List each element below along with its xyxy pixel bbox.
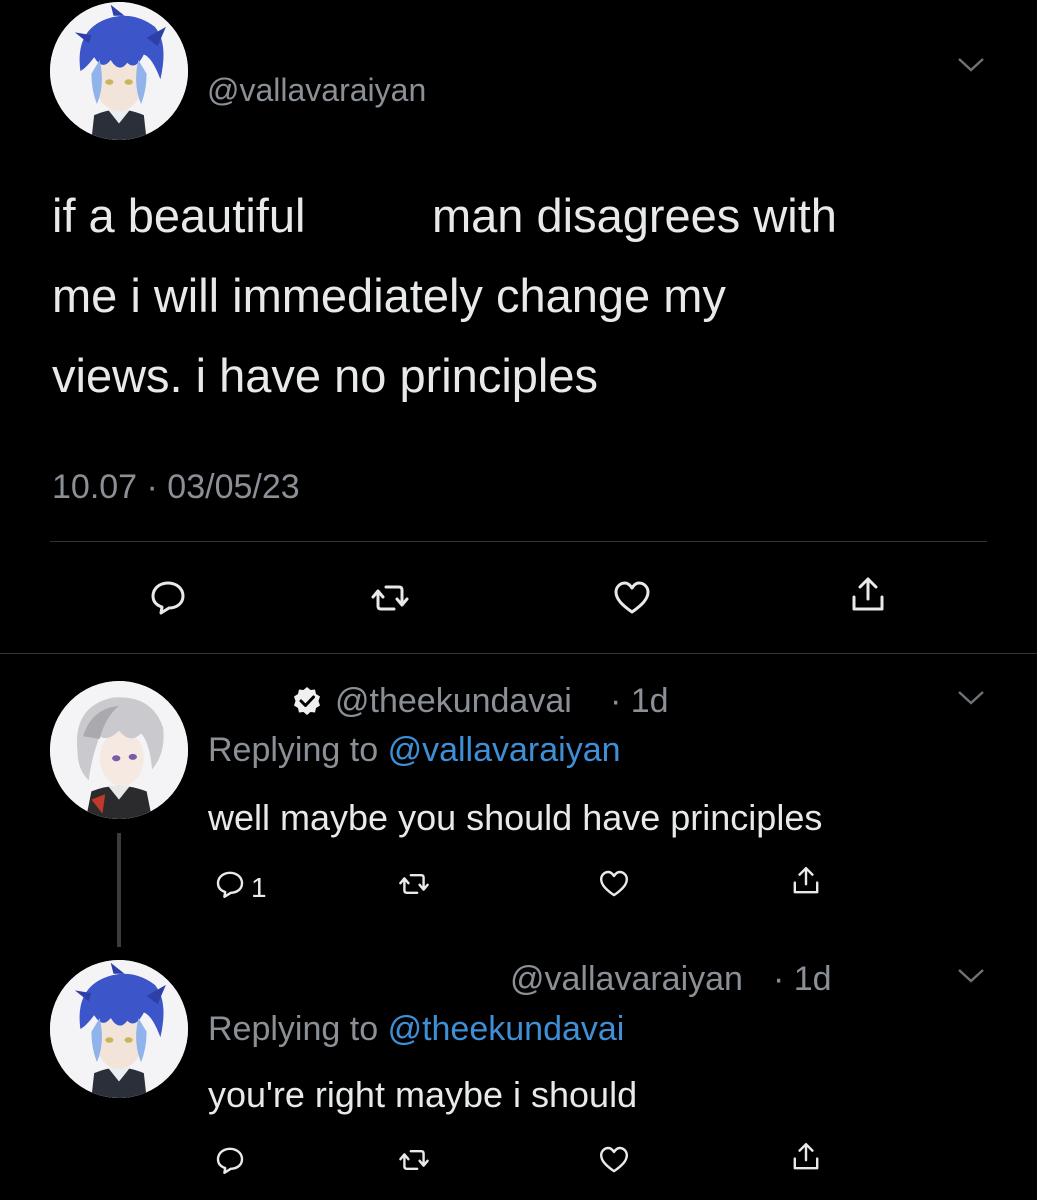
chevron-down-icon[interactable] [957,57,985,73]
main-tweet-text-line1-a: if a beautiful [52,189,306,242]
reply-icon[interactable] [148,577,188,617]
reply2-avatar[interactable] [50,960,188,1098]
reply1-avatar[interactable] [50,681,188,819]
main-tweet-handle[interactable]: @vallavaraiyan [207,72,426,109]
replying-to-handle-link[interactable]: @vallavaraiyan [388,731,621,769]
main-tweet-text-line3: views. i have no principles [52,349,598,402]
divider [0,653,1037,654]
chevron-down-icon[interactable] [957,968,985,984]
retweet-icon[interactable] [398,1144,430,1176]
replying-to-prefix: Replying to [208,731,379,769]
share-icon[interactable] [790,865,822,897]
retweet-icon[interactable] [398,868,430,900]
reply1-replying-to: Replying to @vallavaraiyan [208,731,621,770]
share-icon[interactable] [848,575,888,615]
reply2-text: you're right maybe i should [208,1074,638,1115]
replying-to-prefix: Replying to [208,1010,379,1048]
retweet-icon[interactable] [370,578,410,618]
like-icon[interactable] [612,578,652,618]
reply1-age[interactable]: · 1d [610,682,669,721]
silver-haired-anime-avatar-icon [50,681,188,819]
reply-icon[interactable] [214,1144,246,1176]
reply-icon[interactable] [214,868,246,900]
blue-haired-anime-avatar-icon [50,2,188,140]
reply1-text: well maybe you should have principles [208,797,823,838]
main-tweet-text-line1-b: man disagrees with [432,189,837,242]
reply2-handle[interactable]: @vallavaraiyan [510,960,743,999]
main-tweet-text-line2: me i will immediately change my [52,269,726,322]
verified-check-icon [291,685,323,717]
reply2-age[interactable]: · 1d [773,960,832,999]
share-icon[interactable] [790,1141,822,1173]
reply2-replying-to: Replying to @theekundavai [208,1010,624,1049]
chevron-down-icon[interactable] [957,690,985,706]
reply-count: 1 [251,872,267,903]
like-icon[interactable] [598,868,630,900]
thread-connector-line [117,833,121,947]
divider [50,541,987,542]
blue-haired-anime-avatar-icon [50,960,188,1098]
replying-to-handle-link[interactable]: @theekundavai [388,1010,625,1048]
main-tweet-timestamp[interactable]: 10.07 · 03/05/23 [52,468,300,507]
like-icon[interactable] [598,1144,630,1176]
main-tweet-avatar[interactable] [50,2,188,140]
reply1-handle[interactable]: @theekundavai [335,682,572,721]
